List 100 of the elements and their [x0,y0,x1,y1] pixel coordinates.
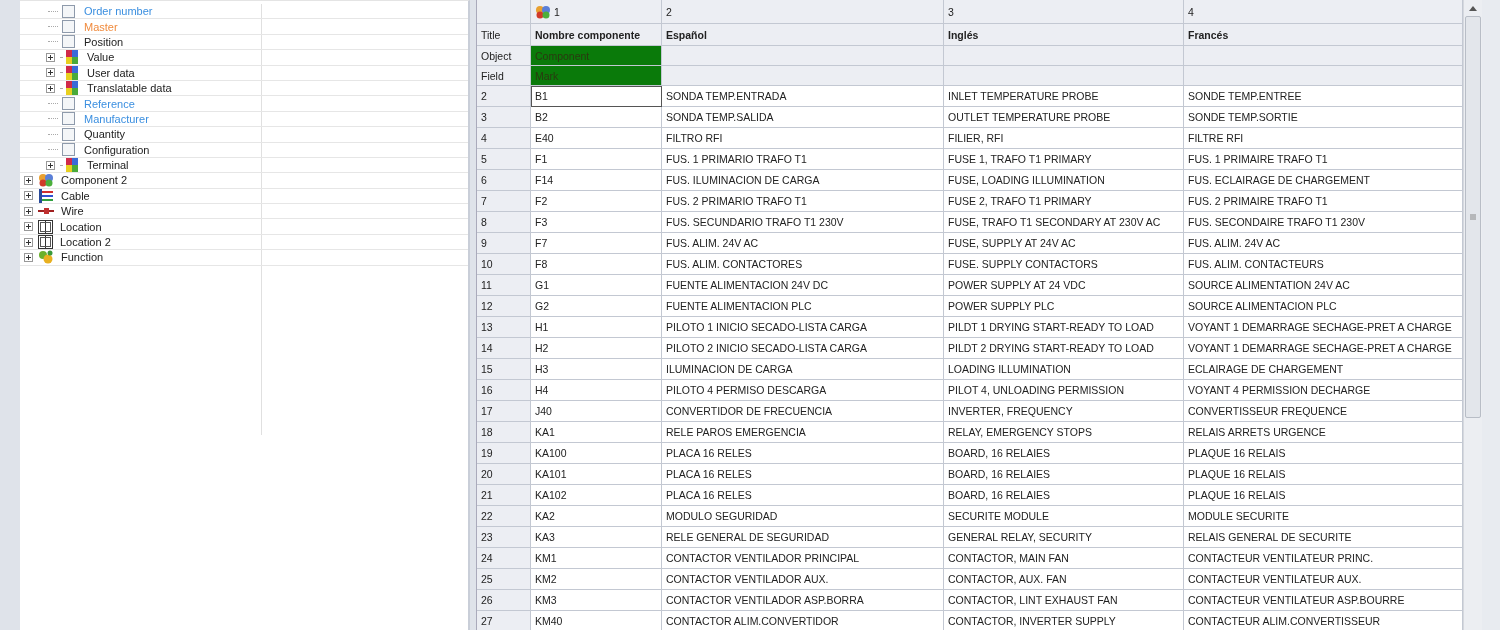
column-header[interactable]: 1 [531,0,662,24]
table-cell: F7 [531,233,662,254]
tree-item-label[interactable]: Terminal [87,159,129,172]
tree-item-label[interactable]: Value [87,51,115,64]
table-cell: SONDA TEMP.ENTRADA [662,86,944,107]
row-number: 17 [477,401,531,422]
scroll-thumb[interactable] [1465,16,1481,418]
table-cell: RELAY, EMERGENCY STOPS [944,422,1184,443]
corner-cell [477,0,531,24]
table-cell: KA100 [531,443,662,464]
table-cell: INLET TEMPERATURE PROBE [944,86,1184,107]
expand-toggle[interactable] [24,237,33,247]
row-number: 23 [477,527,531,548]
expand-toggle[interactable] [24,252,33,262]
checkbox[interactable] [62,112,75,126]
table-cell: B2 [531,107,662,128]
tree-item-label[interactable]: Cable [61,189,90,202]
table-cell: SOURCE ALIMENTACION PLC [1184,296,1463,317]
table-cell: KA1 [531,422,662,443]
expand-toggle[interactable] [24,176,33,185]
column-header[interactable]: 2 [662,0,944,24]
checkbox[interactable] [62,127,75,141]
table-cell: KA101 [531,464,662,485]
tree-item-label[interactable]: Reference [84,97,135,110]
row-number: 12 [477,296,531,317]
table-cell: FUS. 1 PRIMAIRE TRAFO T1 [1184,149,1463,170]
tree-item-label[interactable]: Position [84,35,124,48]
table-cell: BOARD, 16 RELAIES [944,443,1184,464]
tree-item-label[interactable]: Wire [61,205,84,218]
table-cell: MODULE SECURITE [1184,506,1463,527]
table-cell: B1 [531,86,662,107]
table-cell: FILIER, RFI [944,128,1184,149]
checkbox[interactable] [62,97,75,111]
table-cell: KM1 [531,548,662,569]
checkbox[interactable] [62,143,75,157]
blocks-icon [66,50,78,65]
row-header: Title [477,24,531,46]
tree-item-label[interactable]: Location [60,220,102,233]
row-number: 21 [477,485,531,506]
table-cell: PLAQUE 16 RELAIS [1184,485,1463,506]
scrollbar[interactable] [1463,0,1482,630]
table-cell: LOADING ILLUMINATION [944,359,1184,380]
table-cell: F14 [531,170,662,191]
column-header[interactable]: 3 [944,0,1184,24]
tree-item-label[interactable]: Order number [84,5,153,18]
table-cell: OUTLET TEMPERATURE PROBE [944,107,1184,128]
expand-toggle[interactable] [46,160,55,170]
tree-item-label[interactable]: Manufacturer [84,112,149,125]
table-cell: FILTRO RFI [662,128,944,149]
column-header[interactable]: 4 [1184,0,1463,24]
table-cell: CONTACTEUR VENTILATEUR AUX. [1184,569,1463,590]
checkbox[interactable] [62,4,75,18]
expand-toggle[interactable] [46,83,55,93]
expand-toggle[interactable] [24,222,33,232]
table-cell: H3 [531,359,662,380]
table-cell: CONTACTEUR VENTILATEUR ASP.BOURRE [1184,590,1463,611]
expand-toggle[interactable] [46,52,55,62]
row-number: 26 [477,590,531,611]
table-cell: POWER SUPPLY PLC [944,296,1184,317]
row-number: 10 [477,254,531,275]
table-cell: SONDA TEMP.SALIDA [662,107,944,128]
table-cell: H1 [531,317,662,338]
tree-item-label[interactable]: Configuration [84,143,150,156]
expand-toggle[interactable] [24,191,33,201]
table-cell: E40 [531,128,662,149]
table-cell: KM2 [531,569,662,590]
tree-item-label[interactable]: Component 2 [61,174,128,187]
table-cell: ECLAIRAGE DE CHARGEMENT [1184,359,1463,380]
tree-item-label[interactable]: User data [87,66,135,79]
header-cell: Mark [531,66,662,86]
checkbox[interactable] [62,35,75,49]
cabinet-icon [38,235,53,250]
grip-icon [1470,214,1476,220]
cabinet-icon [38,219,53,234]
tree-item-label[interactable]: Translatable data [87,82,172,95]
row-number: 7 [477,191,531,212]
table-cell: KA3 [531,527,662,548]
table-cell: VOYANT 1 DEMARRAGE SECHAGE-PRET A CHARGE [1184,338,1463,359]
expand-toggle[interactable] [24,206,33,216]
table-cell: KM3 [531,590,662,611]
tree-item-label[interactable]: Location 2 [60,236,111,249]
row-number: 22 [477,506,531,527]
row-number: 20 [477,464,531,485]
table-cell: CONTACTOR, MAIN FAN [944,548,1184,569]
expand-toggle[interactable] [46,68,55,78]
table-cell: MODULO SEGURIDAD [662,506,944,527]
row-number: 6 [477,170,531,191]
table-cell: POWER SUPPLY AT 24 VDC [944,275,1184,296]
row-number: 25 [477,569,531,590]
tree-item-label[interactable]: Quantity [84,128,125,141]
table-cell: FUS. ECLAIRAGE DE CHARGEMENT [1184,170,1463,191]
table-cell: G1 [531,275,662,296]
header-cell: Component [531,46,662,66]
table-cell: CONTACTOR, AUX. FAN [944,569,1184,590]
table-cell: KA2 [531,506,662,527]
tree-item-label[interactable]: Function [61,251,104,264]
checkbox[interactable] [62,20,75,34]
table-cell: CONTACTOR VENTILADOR ASP.BORRA [662,590,944,611]
table-cell: FUSE 1, TRAFO T1 PRIMARY [944,149,1184,170]
function-icon [38,250,54,265]
